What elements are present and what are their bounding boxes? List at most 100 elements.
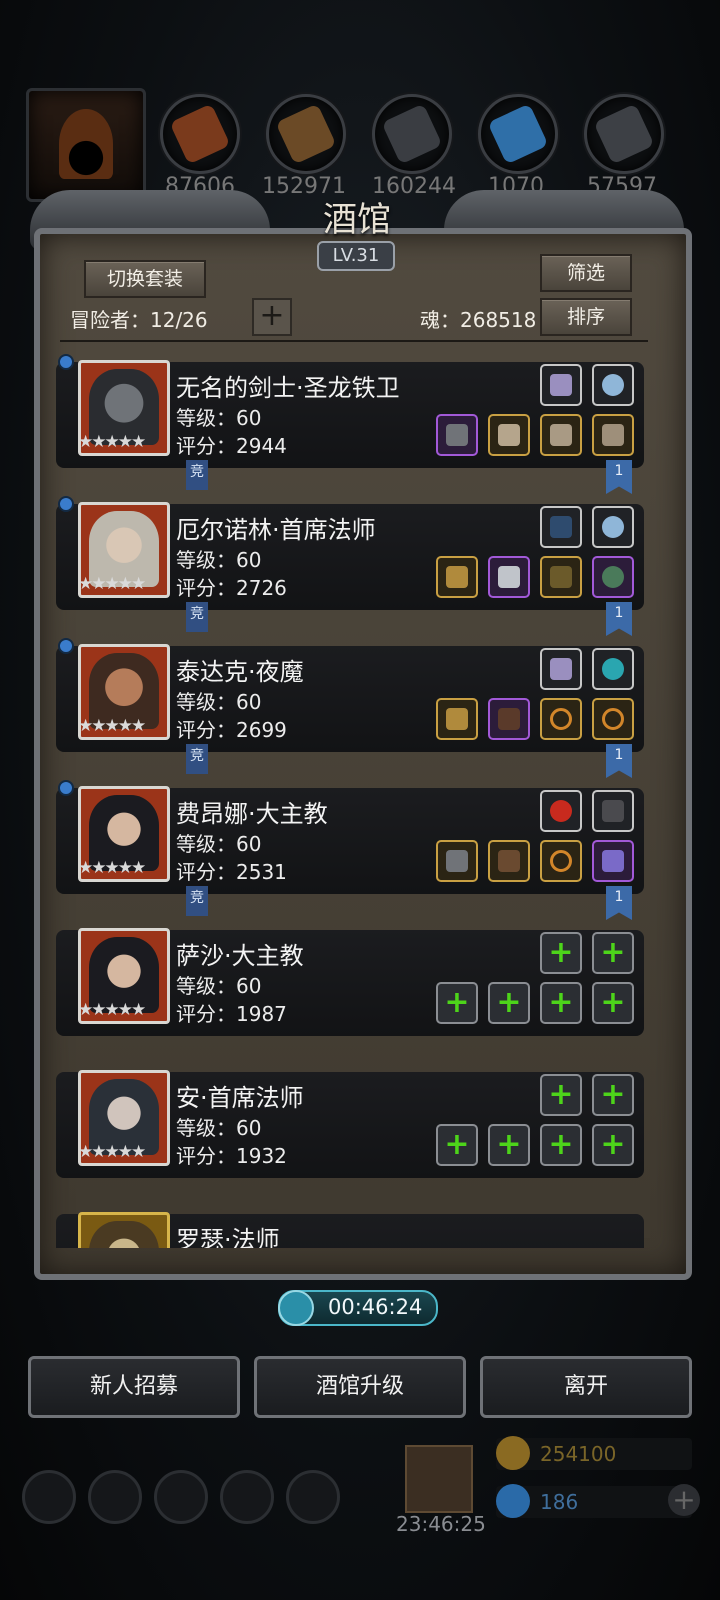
relic-icon[interactable] (592, 840, 634, 882)
add-currency-button[interactable]: + (668, 1484, 700, 1516)
planks-icon (266, 94, 346, 174)
arena-tag: 竞 (186, 744, 208, 774)
add-equipment-icon[interactable]: + (436, 1124, 478, 1166)
hero-score: 评分：2531 (176, 860, 287, 884)
add-equipment-icon[interactable]: + (592, 932, 634, 974)
recruit-button[interactable]: 新人招募 (28, 1356, 240, 1418)
add-equipment-icon[interactable]: + (540, 982, 582, 1024)
hero-stars: ★★★★★ (78, 574, 146, 594)
add-equipment-icon[interactable]: + (592, 1074, 634, 1116)
player-portrait[interactable] (26, 88, 146, 202)
add-equipment-icon[interactable]: + (540, 1074, 582, 1116)
crystals-icon (478, 94, 558, 174)
gift-box-icon[interactable] (405, 1445, 473, 1513)
blue-gem-icon (58, 354, 74, 370)
add-equipment-icon[interactable]: + (540, 1124, 582, 1166)
hero-level: 等级：60 (176, 690, 262, 714)
hero-stars: ★★★★★ (78, 858, 146, 878)
iron-ingots-icon (372, 94, 452, 174)
add-adventurer-button[interactable]: + (252, 298, 292, 336)
upgrade-tavern-button[interactable]: 酒馆升级 (254, 1356, 466, 1418)
hero-level: 等级：60 (176, 1116, 262, 1140)
arena-tag: 竞 (186, 460, 208, 490)
wand-icon[interactable] (436, 698, 478, 740)
steel-icon (584, 94, 664, 174)
scepter-icon[interactable] (436, 840, 478, 882)
hero-name: 萨沙·大主教 (176, 942, 304, 970)
necklace-icon[interactable] (540, 506, 582, 548)
ring-icon[interactable] (592, 556, 634, 598)
boots-icon[interactable] (592, 414, 634, 456)
hero-card[interactable]: ★★★★★ 无名的剑士·圣龙铁卫 等级：60 评分：2944 竞 1 (56, 354, 644, 494)
add-equipment-icon[interactable]: + (592, 1124, 634, 1166)
wood-logs-icon (160, 94, 240, 174)
ring-icon[interactable] (540, 840, 582, 882)
red-gem-icon[interactable] (540, 790, 582, 832)
sword-icon[interactable] (436, 414, 478, 456)
crystal-accessory-icon[interactable] (540, 364, 582, 406)
gold-bar: 254100 (496, 1436, 692, 1470)
hero-card[interactable]: ★★★★★ 厄尔诺林·首席法师 等级：60 评分：2726 竞 1 (56, 496, 644, 636)
hero-card[interactable]: ★★★★★ 费昂娜·大主教 等级：60 评分：2531 竞 1 (56, 780, 644, 920)
hero-name: 罗瑟·法师 (176, 1226, 280, 1248)
tavern-level-badge: LV.31 (317, 241, 395, 271)
feather-icon[interactable] (592, 790, 634, 832)
team-ribbon: 1 (606, 602, 632, 636)
arena-tag: 竞 (186, 886, 208, 916)
hero-score: 评分：2699 (176, 718, 287, 742)
settings-gear-icon[interactable] (22, 1470, 76, 1524)
switch-outfit-button[interactable]: 切换套装 (84, 260, 206, 298)
armor-icon[interactable] (488, 414, 530, 456)
hero-stars: ★★★★★ (78, 1000, 146, 1020)
gem-icon[interactable] (592, 648, 634, 690)
adventurers-count: 冒险者：12/26 (70, 308, 208, 332)
hero-card[interactable]: 罗瑟·法师 (56, 1212, 644, 1248)
guild-icon[interactable] (154, 1470, 208, 1524)
hero-portrait (78, 1212, 170, 1248)
hooded-figure-icon (59, 109, 113, 179)
hero-name: 泰达克·夜魔 (176, 658, 304, 686)
hero-card[interactable]: ★★★★★ 泰达克·夜魔 等级：60 评分：2699 竞 1 (56, 638, 644, 778)
add-equipment-icon[interactable]: + (436, 982, 478, 1024)
hero-stars: ★★★★★ (78, 432, 146, 452)
blue-gem-icon (58, 638, 74, 654)
ring-icon[interactable] (540, 698, 582, 740)
mail-icon[interactable] (220, 1470, 274, 1524)
hero-list[interactable]: ★★★★★ 无名的剑士·圣龙铁卫 等级：60 评分：2944 竞 1 ★★★★★… (56, 348, 652, 1248)
soul-count: 魂：268518 (420, 308, 537, 332)
hero-score: 评分：2726 (176, 576, 287, 600)
filter-button[interactable]: 筛选 (540, 254, 632, 292)
hero-level: 等级：60 (176, 548, 262, 572)
add-equipment-icon[interactable]: + (540, 932, 582, 974)
tasks-icon[interactable] (286, 1470, 340, 1524)
star-menu-icon[interactable] (88, 1470, 142, 1524)
ring-icon[interactable] (592, 698, 634, 740)
amulet-icon[interactable] (540, 556, 582, 598)
hero-name: 厄尔诺林·首席法师 (176, 516, 376, 544)
timer-value: 00:46:24 (328, 1295, 423, 1319)
cloak-icon[interactable] (488, 840, 530, 882)
blue-gem-icon (58, 496, 74, 512)
team-ribbon: 1 (606, 460, 632, 494)
leave-button[interactable]: 离开 (480, 1356, 692, 1418)
staff-icon[interactable] (436, 556, 478, 598)
bracelet-icon[interactable] (592, 506, 634, 548)
hero-card[interactable]: ★★★★★ 萨沙·大主教 等级：60 评分：1987 + + + + + + (56, 928, 644, 1036)
gem-bar: 186 (496, 1484, 692, 1518)
crystal-accessory-icon[interactable] (540, 648, 582, 690)
robe-icon[interactable] (488, 556, 530, 598)
team-ribbon: 1 (606, 744, 632, 778)
add-equipment-icon[interactable]: + (592, 982, 634, 1024)
hero-stars: ★★★★★ (78, 1142, 146, 1162)
hero-name: 费昂娜·大主教 (176, 800, 328, 828)
hero-card[interactable]: ★★★★★ 安·首席法师 等级：60 评分：1932 + + + + + + (56, 1070, 644, 1178)
hero-score: 评分：1987 (176, 1002, 287, 1026)
add-equipment-icon[interactable]: + (488, 1124, 530, 1166)
sort-button[interactable]: 排序 (540, 298, 632, 336)
add-equipment-icon[interactable]: + (488, 982, 530, 1024)
bracelet-icon[interactable] (592, 364, 634, 406)
refresh-timer: 00:46:24 (278, 1290, 438, 1326)
cloak-icon[interactable] (488, 698, 530, 740)
gold-value: 254100 (540, 1442, 617, 1466)
gauntlet-icon[interactable] (540, 414, 582, 456)
